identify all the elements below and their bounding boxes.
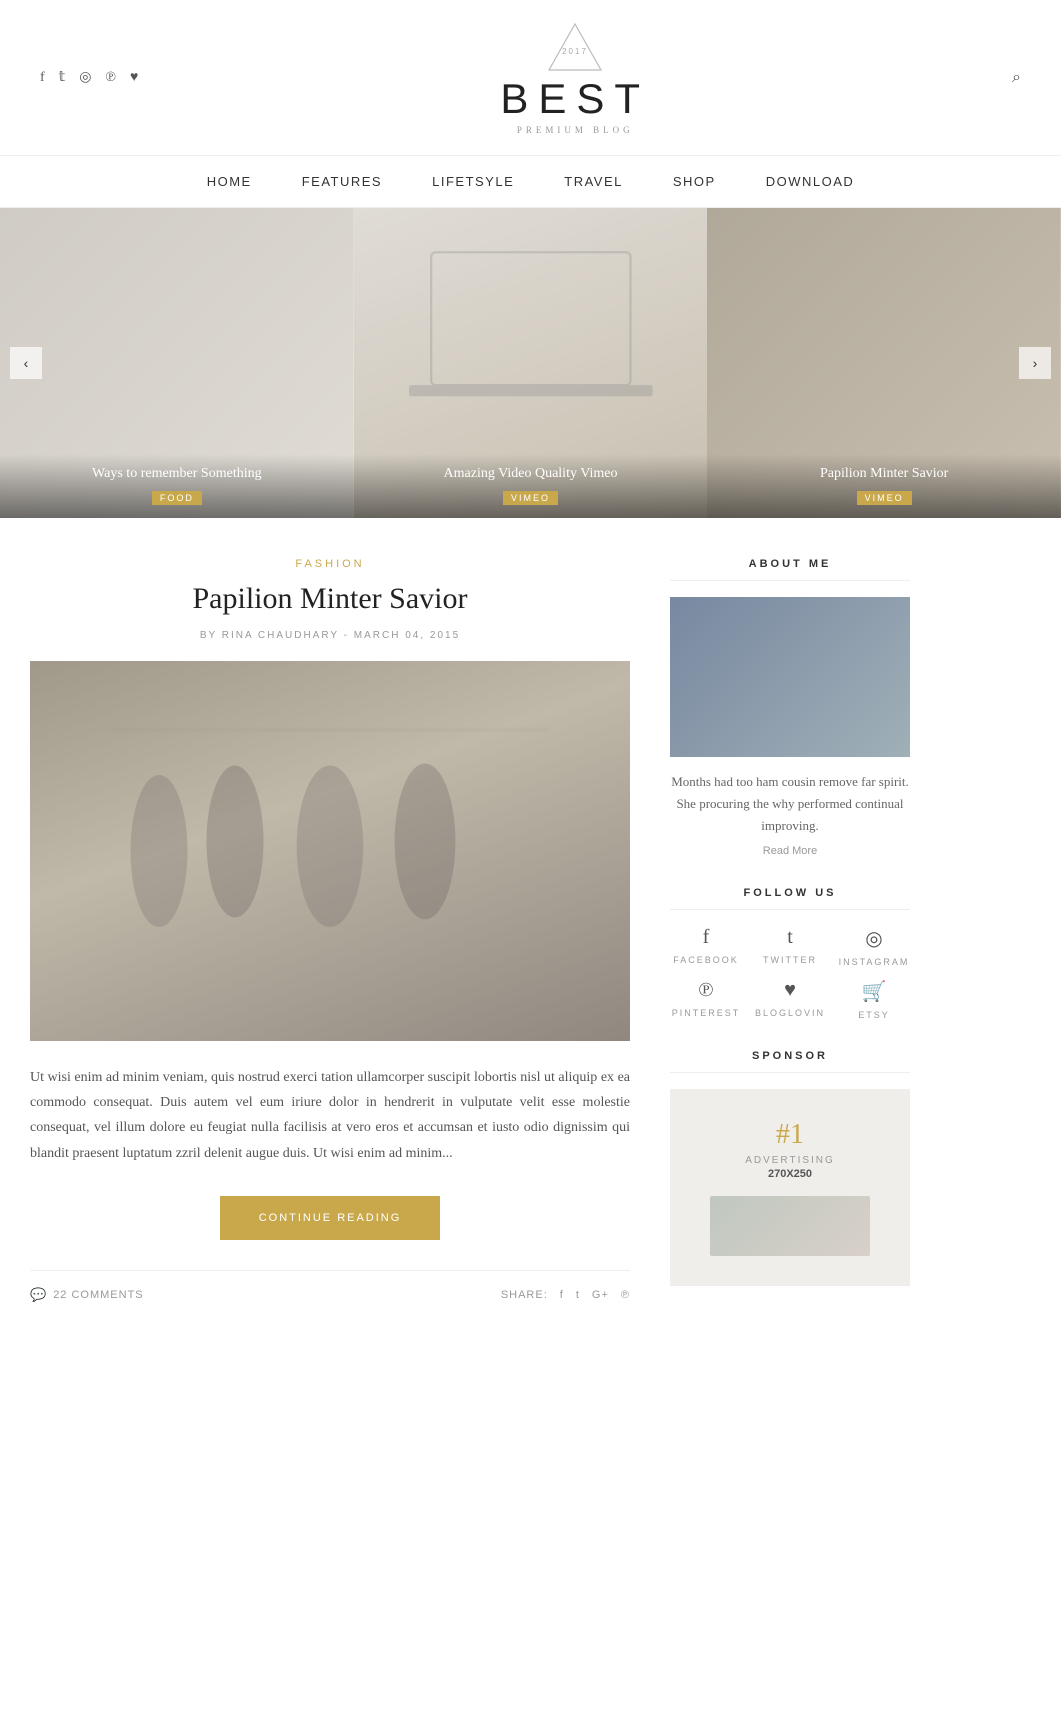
bloglovin-follow-label: BLOGLOVIN [755,1008,825,1018]
slider-prev-button[interactable]: ‹ [10,347,42,379]
slider-panel-1: Ways to remember Something FOOD [0,208,354,518]
share-googleplus-icon[interactable]: G+ [592,1289,609,1301]
pinterest-follow-icon: ℗ [698,979,713,1002]
comments-section: 💬 22 COMMENTS [30,1287,144,1303]
sponsor-ad-label: ADVERTISING [690,1155,890,1166]
about-me-title: ABOUT ME [670,558,910,581]
article-title: Papilion Minter Savior [30,582,630,616]
follow-etsy[interactable]: 🛒 ETSY [838,979,910,1020]
nav-shop[interactable]: SHOP [673,174,716,189]
slide-title-1: Ways to remember Something [12,466,342,482]
twitter-follow-icon: t [787,926,793,949]
nav-download[interactable]: DOWNLOAD [766,174,855,189]
sidebar: ABOUT ME Months had too ham cousin remov… [670,558,910,1316]
site-logo: 2017 BEST PREMIUM BLOG [138,20,1012,135]
share-section: SHARE: f t G+ ℗ [501,1289,630,1301]
slide-tag-3: VIMEO [857,491,912,505]
slider-panel-3: Papilion Minter Savior VIMEO [707,208,1061,518]
instagram-icon[interactable]: ◎ [79,69,91,86]
pinterest-follow-label: PINTEREST [672,1008,741,1018]
main-nav: HOME FEATURES LIFETSYLE TRAVEL SHOP DOWN… [0,156,1061,208]
facebook-follow-icon: f [703,926,710,949]
nav-links: HOME FEATURES LIFETSYLE TRAVEL SHOP DOWN… [0,156,1061,208]
sponsor-size: 270X250 [690,1168,890,1180]
logo-sub: PREMIUM BLOG [138,125,1012,135]
share-facebook-icon[interactable]: f [560,1289,564,1301]
follow-instagram[interactable]: ◎ INSTAGRAM [838,926,910,967]
sponsor-section: SPONSOR #1 ADVERTISING 270X250 [670,1050,910,1286]
etsy-follow-icon: 🛒 [862,979,887,1004]
slider-panel-2: Amazing Video Quality Vimeo VIMEO [354,208,708,518]
share-twitter-icon[interactable]: t [576,1289,580,1301]
follow-grid: f FACEBOOK t TWITTER ◎ INSTAGRAM ℗ PINTE… [670,926,910,1020]
article-footer: 💬 22 COMMENTS SHARE: f t G+ ℗ [30,1270,630,1303]
slide-caption-2: Amazing Video Quality Vimeo VIMEO [354,454,708,518]
comments-count: 22 COMMENTS [53,1289,143,1301]
follow-us-section: FOLLOW US f FACEBOOK t TWITTER ◎ INSTAGR… [670,887,910,1020]
read-more-link[interactable]: Read More [670,845,910,857]
heart-icon[interactable]: ♥ [130,70,138,86]
about-me-image [670,597,910,757]
instagram-follow-icon: ◎ [865,926,882,951]
article-image [30,661,630,1041]
follow-pinterest[interactable]: ℗ PINTEREST [670,979,742,1020]
svg-text:2017: 2017 [562,47,588,56]
follow-us-title: FOLLOW US [670,887,910,910]
article-body: Ut wisi enim ad minim veniam, quis nostr… [30,1065,630,1166]
twitter-follow-label: TWITTER [763,955,817,965]
logo-triangle-icon: 2017 [545,20,605,75]
search-icon[interactable]: ⌕ [1012,69,1021,87]
sponsor-box: #1 ADVERTISING 270X250 [670,1089,910,1286]
nav-features[interactable]: FEATURES [302,174,382,189]
follow-twitter[interactable]: t TWITTER [754,926,826,967]
header: f 𝕥 ◎ ℗ ♥ 2017 BEST PREMIUM BLOG ⌕ [0,0,1061,156]
article: FASHION Papilion Minter Savior BY RINA C… [30,558,630,1316]
slide-caption-3: Papilion Minter Savior VIMEO [707,454,1061,518]
logo-text: BEST [138,75,1012,123]
instagram-follow-label: INSTAGRAM [839,957,910,967]
sponsor-title: SPONSOR [670,1050,910,1073]
article-meta: BY RINA CHAUDHARY - MARCH 04, 2015 [30,630,630,641]
share-label: SHARE: [501,1289,548,1301]
slider-panels: Ways to remember Something FOOD Amazing … [0,208,1061,518]
nav-home[interactable]: HOME [207,174,252,189]
article-category: FASHION [30,558,630,570]
about-me-section: ABOUT ME Months had too ham cousin remov… [670,558,910,857]
slide-title-2: Amazing Video Quality Vimeo [366,466,696,482]
follow-facebook[interactable]: f FACEBOOK [670,926,742,967]
about-me-text: Months had too ham cousin remove far spi… [670,771,910,837]
sponsor-hash: #1 [690,1119,890,1151]
nav-lifestyle[interactable]: LIFETSYLE [432,174,514,189]
slide-caption-1: Ways to remember Something FOOD [0,454,354,518]
etsy-follow-label: ETSY [858,1010,890,1020]
follow-bloglovin[interactable]: ♥ BLOGLOVIN [754,979,826,1020]
hero-slider: ‹ Ways to remember Something FOOD Amazin… [0,208,1061,518]
facebook-icon[interactable]: f [40,70,45,86]
continue-reading-button[interactable]: CONTINUE READING [220,1196,440,1240]
header-social-icons: f 𝕥 ◎ ℗ ♥ [40,69,138,86]
slider-next-button[interactable]: › [1019,347,1051,379]
nav-travel[interactable]: TRAVEL [564,174,623,189]
facebook-follow-label: FACEBOOK [673,955,739,965]
slide-tag-2: VIMEO [503,491,558,505]
main-content: FASHION Papilion Minter Savior BY RINA C… [0,518,1061,1356]
pinterest-icon[interactable]: ℗ [105,70,116,86]
slide-tag-1: FOOD [152,491,202,505]
slide-title-3: Papilion Minter Savior [719,466,1049,482]
comment-bubble-icon: 💬 [30,1287,47,1303]
share-pinterest-icon[interactable]: ℗ [621,1289,630,1301]
twitter-icon[interactable]: 𝕥 [59,69,66,86]
bloglovin-follow-icon: ♥ [784,979,796,1002]
